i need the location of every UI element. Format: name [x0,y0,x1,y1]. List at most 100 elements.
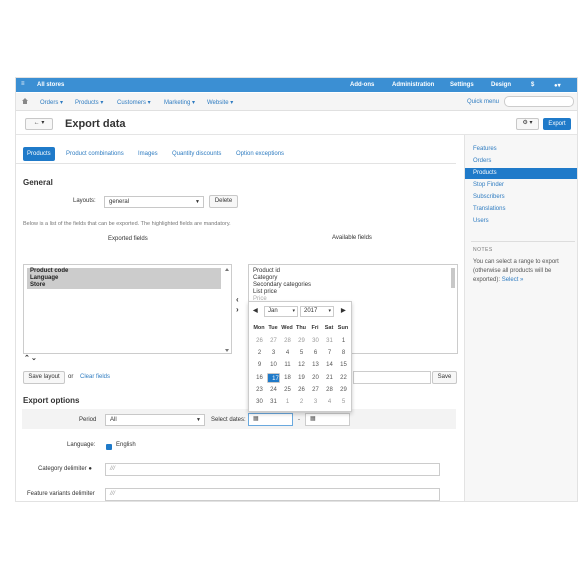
calendar-day[interactable]: 27 [267,336,280,346]
list-item[interactable]: Product code [27,268,221,275]
store-selector[interactable]: All stores [37,82,64,88]
language-checkbox[interactable] [106,444,112,450]
calendar-day[interactable]: 13 [309,360,322,370]
list-item[interactable]: Product id [253,268,280,275]
calendar-day[interactable]: 1 [337,336,350,346]
calendar-day[interactable]: 26 [253,336,266,346]
calendar-day[interactable]: 17 [267,372,280,383]
calendar-day[interactable]: 21 [323,373,336,383]
layouts-select[interactable]: general ▼ [104,196,204,208]
list-item[interactable]: Secondary categories [253,282,311,289]
calendar-day[interactable]: 25 [281,385,294,395]
move-up-icon[interactable]: ⌃ [24,354,30,362]
calendar-day[interactable]: 31 [323,336,336,346]
quick-menu-link[interactable]: Quick menu [467,99,499,105]
move-down-icon[interactable]: ⌄ [31,354,37,362]
calendar-day[interactable]: 5 [337,397,350,407]
settings-button[interactable]: ⚙ ▾ [516,118,539,130]
list-item[interactable]: Store [27,282,221,289]
save-button[interactable]: Save [432,371,457,384]
chevron-right-icon[interactable]: › [236,305,239,314]
calendar-day[interactable]: 5 [295,348,308,358]
menu-settings[interactable]: Settings [450,82,474,88]
menu-products[interactable]: Products ▾ [75,99,103,106]
calendar-day[interactable]: 9 [253,360,266,370]
prev-month-icon[interactable]: ◀ [253,307,258,314]
calendar-day[interactable]: 31 [267,397,280,407]
calendar-day[interactable]: 4 [323,397,336,407]
calendar-day[interactable]: 26 [295,385,308,395]
list-item[interactable]: Language [27,275,221,282]
menu-icon[interactable]: ≡ [21,81,25,87]
scrollbar-thumb[interactable] [451,268,455,288]
menu-currency[interactable]: $ [531,82,534,88]
search-input[interactable] [504,96,574,107]
calendar-day[interactable]: 18 [281,373,294,383]
menu-marketing[interactable]: Marketing ▾ [164,99,195,106]
calendar-day[interactable]: 29 [295,336,308,346]
tab-quantity-discounts[interactable]: Quantity discounts [168,147,225,161]
period-select[interactable]: All ▼ [105,414,205,426]
save-layout-button[interactable]: Save layout [23,371,65,384]
calendar-day[interactable]: 22 [337,373,350,383]
calendar-day[interactable]: 11 [281,360,294,370]
clear-fields-link[interactable]: Clear fields [80,374,110,380]
tab-product-combinations[interactable]: Product combinations [62,147,128,161]
calendar-day[interactable]: 23 [253,385,266,395]
menu-design[interactable]: Design [491,82,511,88]
sidebar-item-translations[interactable]: Translations [473,206,505,212]
tab-products[interactable]: Products [23,147,55,161]
sidebar-item-users[interactable]: Users [473,218,489,224]
date-to-input[interactable]: ▦ [305,413,350,426]
chevron-left-icon[interactable]: ‹ [236,295,239,304]
menu-orders[interactable]: Orders ▾ [40,99,63,106]
list-item[interactable]: List price [253,289,277,296]
month-select[interactable]: Jan ▾ [264,306,298,317]
calendar-day[interactable]: 28 [323,385,336,395]
next-month-icon[interactable]: ▶ [341,307,346,314]
calendar-day[interactable]: 30 [309,336,322,346]
calendar-day[interactable]: 12 [295,360,308,370]
layout-name-input[interactable] [353,371,431,384]
delete-button[interactable]: Delete [209,195,238,208]
calendar-day[interactable]: 19 [295,373,308,383]
back-button[interactable]: ← ▾ [25,118,53,130]
menu-website[interactable]: Website ▾ [207,99,233,106]
year-select[interactable]: 2017 ▾ [300,306,334,317]
menu-customers[interactable]: Customers ▾ [117,99,151,106]
calendar-day[interactable]: 10 [267,360,280,370]
export-button[interactable]: Export [543,118,571,130]
calendar-day[interactable]: 3 [309,397,322,407]
list-item[interactable]: Category [253,275,277,282]
calendar-day[interactable]: 30 [253,397,266,407]
calendar-day[interactable]: 15 [337,360,350,370]
help-icon[interactable]: ● [88,466,92,472]
calendar-day[interactable]: 16 [253,373,266,383]
calendar-day[interactable]: 14 [323,360,336,370]
calendar-day[interactable]: 24 [267,385,280,395]
sidebar-item-orders[interactable]: Orders [473,158,491,164]
calendar-day[interactable]: 6 [309,348,322,358]
user-icon[interactable]: ●▾ [554,82,561,89]
calendar-day[interactable]: 20 [309,373,322,383]
notes-select-link[interactable]: Select » [502,277,524,283]
menu-administration[interactable]: Administration [392,82,434,88]
sidebar-item-products[interactable]: Products [473,170,497,176]
calendar-day[interactable]: 4 [281,348,294,358]
exported-fields-list[interactable]: Product code Language Store [23,264,232,354]
scrollbar[interactable] [225,268,229,352]
home-icon[interactable] [22,98,28,104]
calendar-day[interactable]: 28 [281,336,294,346]
calendar-day[interactable]: 1 [281,397,294,407]
calendar-day[interactable]: 2 [295,397,308,407]
feature-delimiter-input[interactable]: /// [105,488,440,501]
calendar-day[interactable]: 29 [337,385,350,395]
tab-images[interactable]: Images [134,147,162,161]
date-from-input[interactable]: ▦ [248,413,293,426]
calendar-day[interactable]: 27 [309,385,322,395]
sidebar-item-subscribers[interactable]: Subscribers [473,194,505,200]
calendar-day[interactable]: 3 [267,348,280,358]
category-delimiter-input[interactable]: /// [105,463,440,476]
calendar-day[interactable]: 7 [323,348,336,358]
menu-addons[interactable]: Add-ons [350,82,374,88]
